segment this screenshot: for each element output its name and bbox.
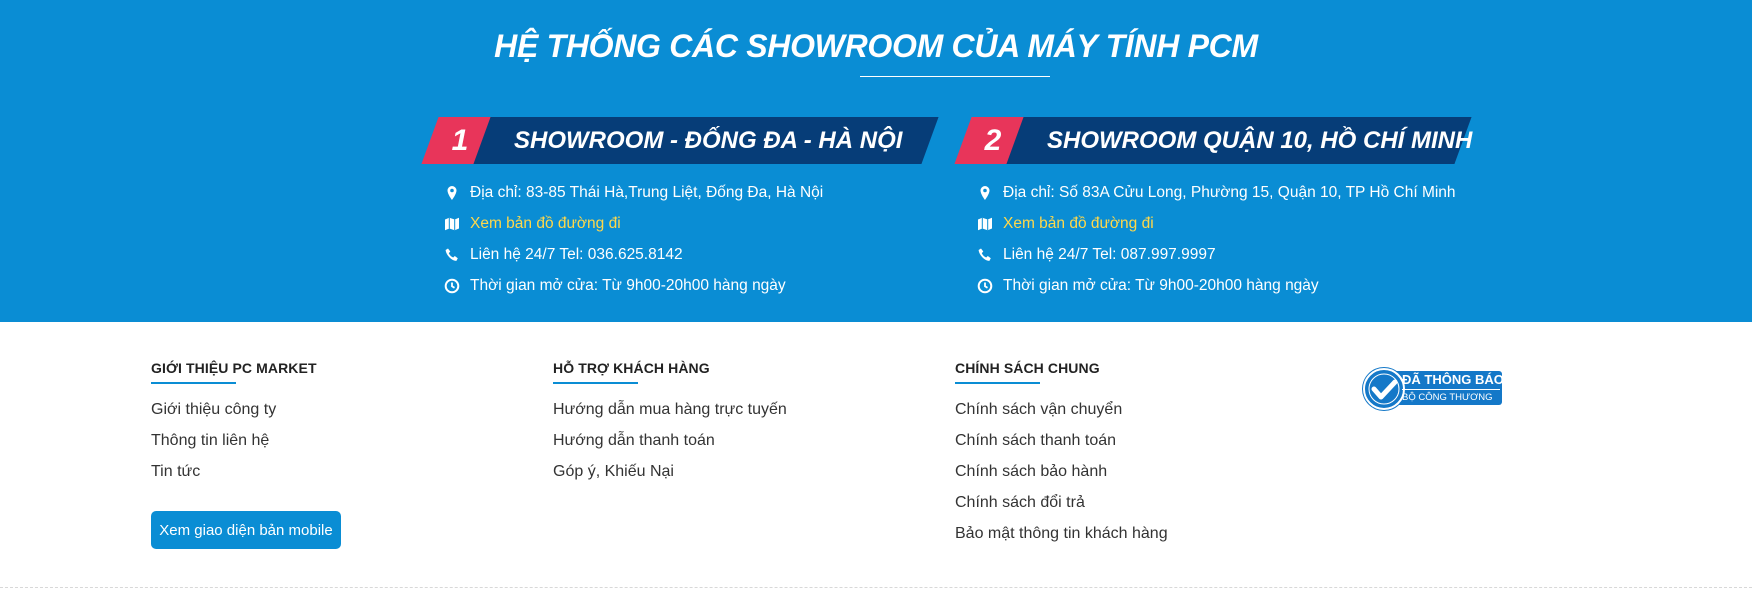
map-directions-link[interactable]: Xem bản đồ đường đi <box>444 208 823 239</box>
map-link-text[interactable]: Xem bản đồ đường đi <box>1003 215 1154 232</box>
footer-column-title: GIỚI THIỆU PC MARKET <box>151 360 317 376</box>
mobile-view-button[interactable]: Xem giao diện bản mobile <box>151 511 341 549</box>
showroom-section: HỆ THỐNG CÁC SHOWROOM CỦA MÁY TÍNH PCM 1… <box>0 0 1752 322</box>
map-marker-icon <box>447 186 457 200</box>
footer-link-warranty-policy[interactable]: Chính sách bảo hành <box>955 456 1168 487</box>
showroom-number: 2 <box>984 124 1002 157</box>
showroom-info-list: Địa chỉ: Số 83A Cửu Long, Phường 15, Quậ… <box>977 177 1456 301</box>
showroom-info-list: Địa chỉ: 83-85 Thái Hà,Trung Liệt, Đống … <box>444 177 823 301</box>
showroom-phone: Liên hệ 24/7 Tel: 087.997.9997 <box>977 239 1456 270</box>
footer-column-support: HỖ TRỢ KHÁCH HÀNG Hướng dẫn mua hàng trự… <box>553 360 787 487</box>
footer-column-about: GIỚI THIỆU PC MARKET Giới thiệu công ty … <box>151 360 317 487</box>
showroom-card-1: 1 SHOWROOM - ĐỐNG ĐA - HÀ NỘI Địa chỉ: 8… <box>421 117 950 294</box>
map-icon <box>445 217 459 231</box>
footer-link-payment-policy[interactable]: Chính sách thanh toán <box>955 425 1168 456</box>
footer-link-list: Hướng dẫn mua hàng trực tuyến Hướng dẫn … <box>553 394 787 487</box>
map-marker-icon <box>980 186 990 200</box>
badge-seal <box>1362 367 1406 411</box>
showroom-header: 1 SHOWROOM - ĐỐNG ĐA - HÀ NỘI <box>421 117 950 165</box>
phone-icon <box>978 248 991 261</box>
phone-text: Liên hệ 24/7 Tel: 087.997.9997 <box>1003 246 1216 263</box>
footer-divider <box>0 587 1752 588</box>
footer-column-policies: CHÍNH SÁCH CHUNG Chính sách vận chuyển C… <box>955 360 1168 549</box>
footer-link-feedback[interactable]: Góp ý, Khiếu Nại <box>553 456 787 487</box>
hours-text: Thời gian mở cửa: Từ 9h00-20h00 hàng ngà… <box>1003 277 1319 294</box>
footer-link-list: Chính sách vận chuyển Chính sách thanh t… <box>955 394 1168 549</box>
showroom-address: Địa chỉ: Số 83A Cửu Long, Phường 15, Quậ… <box>977 177 1456 208</box>
address-text: Địa chỉ: Số 83A Cửu Long, Phường 15, Quậ… <box>1003 184 1456 201</box>
phone-text: Liên hệ 24/7 Tel: 036.625.8142 <box>470 246 683 263</box>
showroom-header: 2 SHOWROOM QUẬN 10, HỒ CHÍ MINH <box>954 117 1483 165</box>
showroom-card-2: 2 SHOWROOM QUẬN 10, HỒ CHÍ MINH Địa chỉ:… <box>954 117 1483 294</box>
title-underline <box>860 76 1050 77</box>
map-icon <box>978 217 992 231</box>
footer-link-news[interactable]: Tin tức <box>151 456 317 487</box>
footer-link-privacy-policy[interactable]: Bảo mật thông tin khách hàng <box>955 518 1168 549</box>
footer-link-payment-guide[interactable]: Hướng dẫn thanh toán <box>553 425 787 456</box>
map-directions-link[interactable]: Xem bản đồ đường đi <box>977 208 1456 239</box>
column-title-underline <box>151 382 236 384</box>
showroom-number: 1 <box>451 124 469 157</box>
footer-column-title: HỖ TRỢ KHÁCH HÀNG <box>553 360 710 376</box>
footer-column-title: CHÍNH SÁCH CHUNG <box>955 360 1100 376</box>
hours-text: Thời gian mở cửa: Từ 9h00-20h00 hàng ngà… <box>470 277 786 294</box>
badge-main-text: ĐÃ THÔNG BÁO <box>1402 372 1504 387</box>
footer-link-list: Giới thiệu công ty Thông tin liên hệ Tin… <box>151 394 317 487</box>
site-footer: GIỚI THIỆU PC MARKET Giới thiệu công ty … <box>0 322 1752 605</box>
map-link-text[interactable]: Xem bản đồ đường đi <box>470 215 621 232</box>
footer-link-return-policy[interactable]: Chính sách đổi trả <box>955 487 1168 518</box>
showroom-hours: Thời gian mở cửa: Từ 9h00-20h00 hàng ngà… <box>444 270 823 301</box>
phone-icon <box>445 248 458 261</box>
clock-icon <box>444 278 460 294</box>
showroom-name: SHOWROOM - ĐỐNG ĐA - HÀ NỘI <box>514 127 903 154</box>
showroom-hours: Thời gian mở cửa: Từ 9h00-20h00 hàng ngà… <box>977 270 1456 301</box>
section-title: HỆ THỐNG CÁC SHOWROOM CỦA MÁY TÍNH PCM <box>494 28 1258 64</box>
ministry-registered-badge[interactable]: ĐÃ THÔNG BÁO BỘ CÔNG THƯƠNG <box>1362 367 1504 411</box>
footer-link-shipping-policy[interactable]: Chính sách vận chuyển <box>955 394 1168 425</box>
footer-link-company-intro[interactable]: Giới thiệu công ty <box>151 394 317 425</box>
footer-link-contact-info[interactable]: Thông tin liên hệ <box>151 425 317 456</box>
check-seal-icon <box>1363 368 1405 410</box>
showroom-name: SHOWROOM QUẬN 10, HỒ CHÍ MINH <box>1047 127 1473 154</box>
footer-link-buying-guide[interactable]: Hướng dẫn mua hàng trực tuyến <box>553 394 787 425</box>
address-text: Địa chỉ: 83-85 Thái Hà,Trung Liệt, Đống … <box>470 184 824 201</box>
clock-icon <box>977 278 993 294</box>
showroom-address: Địa chỉ: 83-85 Thái Hà,Trung Liệt, Đống … <box>444 177 823 208</box>
column-title-underline <box>553 382 638 384</box>
showroom-phone: Liên hệ 24/7 Tel: 036.625.8142 <box>444 239 823 270</box>
badge-sub-text: BỘ CÔNG THƯƠNG <box>1402 389 1500 403</box>
column-title-underline <box>955 382 1040 384</box>
